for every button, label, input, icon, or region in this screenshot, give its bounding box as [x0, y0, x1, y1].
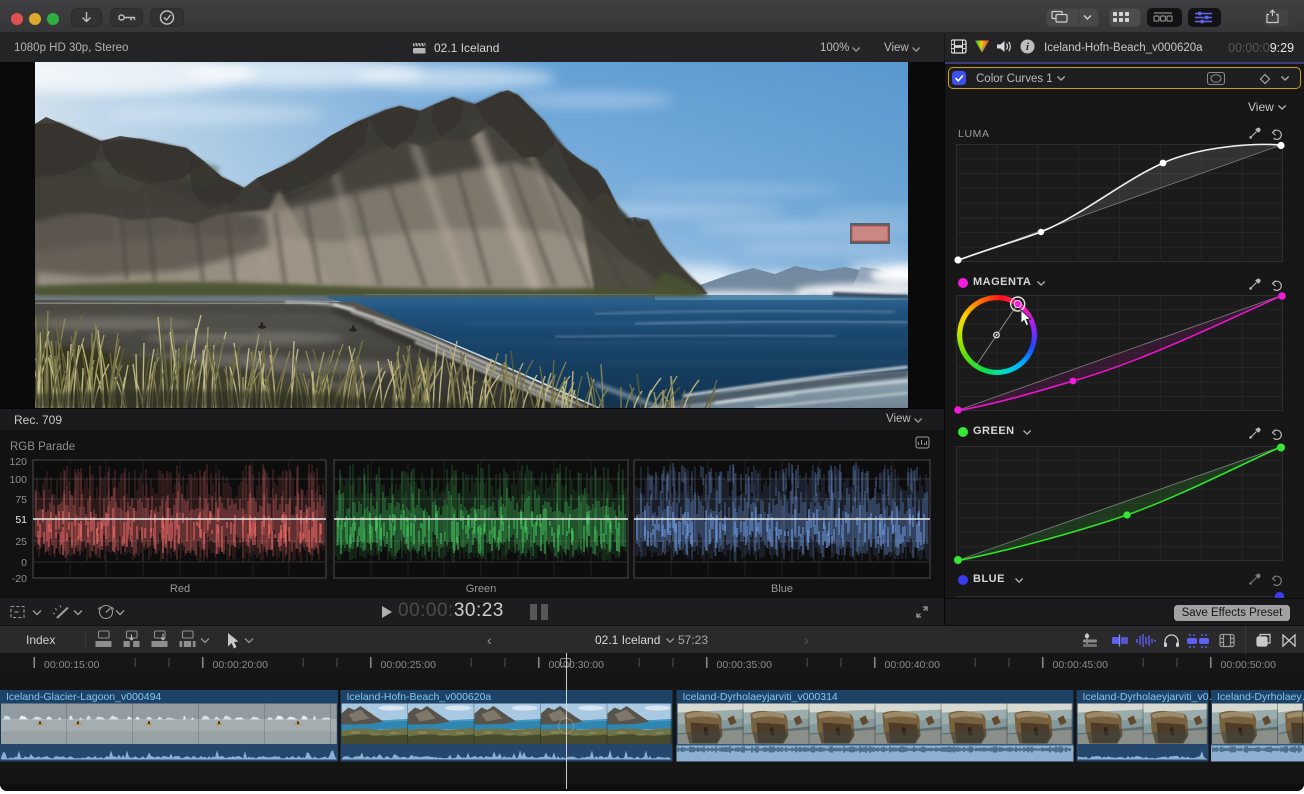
svg-text:Iceland-Dyrholaeyjarviti_v0003: Iceland-Dyrholaeyjarviti_v000314	[683, 691, 838, 703]
svg-text:00:00:30:00: 00:00:30:00	[549, 659, 605, 671]
svg-text:00:00:15:00: 00:00:15:00	[44, 659, 100, 671]
svg-text:RGB Parade: RGB Parade	[10, 441, 75, 453]
svg-text:Iceland-Dyrholaey…: Iceland-Dyrholaey…	[1217, 691, 1304, 703]
svg-text:Blue: Blue	[771, 583, 793, 595]
svg-text:00:00:45:00: 00:00:45:00	[1053, 659, 1109, 671]
svg-text:Iceland-Glacier-Lagoon_v000494: Iceland-Glacier-Lagoon_v000494	[6, 691, 161, 703]
svg-text:Iceland-Hofn-Beach_v000620a: Iceland-Hofn-Beach_v000620a	[347, 691, 492, 703]
svg-text:25: 25	[15, 536, 27, 548]
svg-text:75: 75	[15, 494, 27, 506]
svg-text:51: 51	[15, 514, 27, 526]
svg-text:00:00:40:00: 00:00:40:00	[885, 659, 941, 671]
svg-text:-20: -20	[12, 573, 27, 585]
svg-text:0: 0	[21, 557, 27, 569]
svg-text:120: 120	[9, 456, 27, 468]
svg-text:00:00:25:00: 00:00:25:00	[381, 659, 437, 671]
svg-text:00:00:20:00: 00:00:20:00	[213, 659, 269, 671]
svg-text:Red: Red	[170, 583, 190, 595]
svg-text:Iceland-Dyrholaeyjarviti_v0…: Iceland-Dyrholaeyjarviti_v0…	[1083, 691, 1220, 703]
svg-text:Green: Green	[466, 583, 497, 595]
svg-text:i: i	[1026, 42, 1029, 53]
svg-text:00:00:50:00: 00:00:50:00	[1221, 659, 1277, 671]
svg-text:100: 100	[9, 474, 27, 486]
svg-text:00:00:35:00: 00:00:35:00	[717, 659, 773, 671]
